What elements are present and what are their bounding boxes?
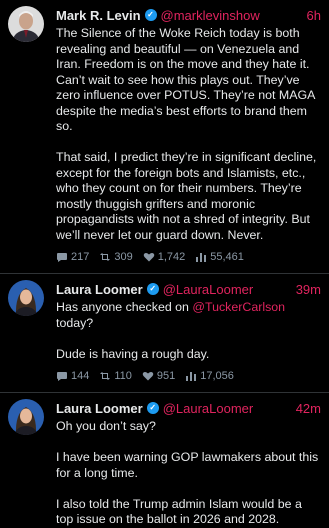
post-text: The Silence of the Woke Reich today is b… bbox=[56, 26, 321, 243]
post-text: Oh you don’t say? I have been warning GO… bbox=[56, 419, 321, 528]
author-handle[interactable]: @LauraLoomer bbox=[163, 282, 254, 297]
avatar[interactable] bbox=[8, 6, 44, 42]
post-text-fragment: Has anyone checked on bbox=[56, 300, 193, 314]
post-marklevin[interactable]: Mark R. Levin ✓ @marklevinshow 6h The Si… bbox=[0, 0, 329, 273]
post-timestamp[interactable]: 42m bbox=[296, 401, 321, 416]
views-bar-chart-icon bbox=[196, 253, 207, 262]
repost-button[interactable]: 309 bbox=[99, 251, 133, 263]
avatar[interactable] bbox=[8, 399, 44, 435]
reply-count: 144 bbox=[71, 370, 90, 382]
reply-count: 217 bbox=[71, 251, 90, 263]
like-button[interactable]: 1,742 bbox=[143, 251, 186, 263]
like-count: 951 bbox=[156, 370, 176, 382]
repost-icon bbox=[100, 253, 111, 261]
author-handle[interactable]: @LauraLoomer bbox=[163, 401, 254, 416]
comment-icon bbox=[57, 253, 67, 262]
mention-link[interactable]: @TuckerCarlson bbox=[192, 300, 285, 314]
repost-count: 110 bbox=[114, 370, 132, 382]
author-name[interactable]: Laura Loomer bbox=[56, 282, 143, 297]
repost-count: 309 bbox=[114, 251, 133, 263]
post-text-fragment: today? bbox=[56, 315, 94, 330]
post-text: Has anyone checked on @TuckerCarlson tod… bbox=[56, 300, 321, 362]
author-name[interactable]: Laura Loomer bbox=[56, 401, 143, 416]
views-count: 55,461 bbox=[210, 251, 244, 263]
post-lauraloomer-1[interactable]: Laura Loomer ✓ @LauraLoomer 39m Has anyo… bbox=[0, 273, 329, 392]
post-paragraph: That said, I predict they’re in signific… bbox=[56, 150, 317, 242]
post-lauraloomer-2[interactable]: Laura Loomer ✓ @LauraLoomer 42m Oh you d… bbox=[0, 392, 329, 528]
avatar[interactable] bbox=[8, 280, 44, 316]
post-paragraph: Dude is having a rough day. bbox=[56, 346, 210, 361]
post-actions: 217 309 1,742 55,461 bbox=[56, 249, 321, 273]
verified-badge-icon: ✓ bbox=[146, 283, 159, 295]
verified-badge-icon: ✓ bbox=[144, 9, 157, 21]
comment-icon bbox=[57, 372, 67, 381]
post-paragraph: I have been warning GOP lawmakers about … bbox=[56, 450, 319, 480]
post-paragraph: Has anyone checked on @TuckerCarlson tod… bbox=[56, 300, 321, 331]
post-timestamp[interactable]: 6h bbox=[307, 8, 321, 23]
post-paragraph: The Silence of the Woke Reich today is b… bbox=[56, 26, 315, 133]
heart-icon bbox=[143, 252, 154, 262]
author-name[interactable]: Mark R. Levin bbox=[56, 8, 141, 23]
repost-icon bbox=[100, 372, 111, 380]
repost-button[interactable]: 110 bbox=[99, 370, 132, 382]
author-handle[interactable]: @marklevinshow bbox=[161, 8, 260, 23]
post-actions: 144 110 951 17,056 bbox=[56, 368, 321, 392]
post-paragraph: I also told the Trump admin Islam would … bbox=[56, 496, 302, 527]
post-timestamp[interactable]: 39m bbox=[296, 282, 321, 297]
views-button[interactable]: 55,461 bbox=[195, 251, 244, 263]
views-button[interactable]: 17,056 bbox=[185, 370, 234, 382]
like-count: 1,742 bbox=[157, 251, 186, 263]
reply-button[interactable]: 217 bbox=[56, 251, 89, 263]
like-button[interactable]: 951 bbox=[142, 370, 175, 382]
reply-button[interactable]: 144 bbox=[56, 370, 89, 382]
post-paragraph: Oh you don’t say? bbox=[56, 419, 156, 433]
heart-icon bbox=[142, 371, 154, 381]
views-count: 17,056 bbox=[200, 370, 234, 382]
verified-badge-icon: ✓ bbox=[146, 402, 159, 414]
views-bar-chart-icon bbox=[186, 372, 197, 381]
